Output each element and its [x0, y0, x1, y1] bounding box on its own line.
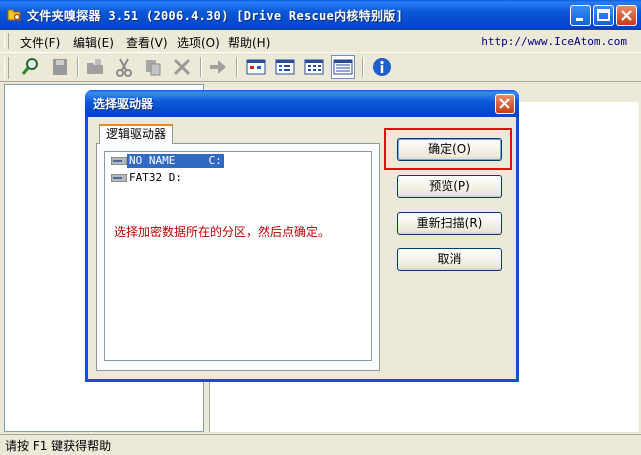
maximize-icon — [597, 9, 610, 21]
select-drive-dialog: 选择驱动器 逻辑驱动器 NO NAME C: FAT32 D: 选择加密数据所在… — [85, 90, 519, 382]
about-button[interactable] — [370, 55, 394, 79]
cut-icon — [116, 58, 132, 77]
details-view-button[interactable] — [331, 55, 355, 79]
save-icon — [53, 59, 67, 75]
menu-help[interactable]: 帮助(H) — [228, 34, 270, 51]
info-icon — [373, 58, 391, 76]
drive-icon — [111, 174, 127, 182]
dialog-close-button[interactable] — [495, 94, 515, 114]
close-icon — [499, 98, 510, 109]
drive-list[interactable]: NO NAME C: FAT32 D: 选择加密数据所在的分区，然后点确定。 — [104, 151, 372, 361]
instruction-text: 选择加密数据所在的分区，然后点确定。 — [114, 225, 331, 239]
dialog-title-bar: 选择驱动器 — [85, 90, 519, 117]
save-button[interactable] — [48, 55, 72, 79]
menu-grip — [4, 33, 9, 49]
cut-button[interactable] — [112, 55, 136, 79]
large-icons-view-button[interactable] — [244, 55, 268, 79]
move-button[interactable] — [206, 55, 230, 79]
status-text: 请按 F1 键获得帮助 — [5, 439, 112, 453]
close-icon — [621, 10, 632, 21]
app-icon — [6, 7, 22, 23]
toolbar-separator — [236, 57, 238, 77]
delete-icon — [173, 58, 191, 76]
list-view-button[interactable] — [302, 55, 326, 79]
toolbar-separator — [200, 57, 202, 77]
find-icon — [21, 58, 38, 75]
toolbar-separator — [77, 57, 79, 77]
find-button[interactable] — [19, 55, 43, 79]
tab-panel: NO NAME C: FAT32 D: 选择加密数据所在的分区，然后点确定。 — [96, 143, 380, 371]
title-bar: 文件夹嗅探器 3.51 (2006.4.30) [Drive Rescue内核特… — [0, 0, 641, 30]
website-link[interactable]: http://www.IceAtom.com — [481, 35, 627, 48]
minimize-icon — [576, 18, 583, 21]
window-title: 文件夹嗅探器 3.51 (2006.4.30) [Drive Rescue内核特… — [27, 9, 404, 23]
toolbar-separator — [362, 57, 364, 77]
tab-logical-drives[interactable]: 逻辑驱动器 — [99, 124, 173, 144]
drive-label: NO NAME C: — [127, 154, 224, 168]
large-icons-view-icon — [246, 59, 266, 75]
menu-edit[interactable]: 编辑(E) — [73, 34, 114, 51]
ok-button[interactable]: 确定(O) — [397, 138, 502, 161]
menu-file[interactable]: 文件(F) — [20, 34, 60, 51]
dialog-title: 选择驱动器 — [93, 97, 154, 111]
rescan-button[interactable]: 重新扫描(R) — [397, 212, 502, 235]
drive-icon — [111, 157, 127, 165]
delete-button[interactable] — [170, 55, 194, 79]
dialog-body: 逻辑驱动器 NO NAME C: FAT32 D: 选择加密数据所在的分区，然后… — [88, 117, 516, 379]
paste-folder-button[interactable] — [83, 55, 107, 79]
close-button[interactable] — [616, 5, 637, 26]
list-view-icon — [304, 59, 324, 75]
drive-label: FAT32 D: — [129, 171, 182, 184]
move-icon — [210, 60, 226, 74]
minimize-button[interactable] — [570, 5, 591, 26]
small-icons-view-button[interactable] — [273, 55, 297, 79]
toolbar-grip — [4, 57, 9, 79]
menu-view[interactable]: 查看(V) — [126, 34, 168, 51]
copy-button[interactable] — [141, 55, 165, 79]
paste-folder-icon — [87, 59, 103, 74]
small-icons-view-icon — [275, 59, 295, 75]
details-view-icon — [333, 59, 353, 75]
cancel-button[interactable]: 取消 — [397, 248, 502, 271]
maximize-button[interactable] — [593, 5, 614, 26]
menu-options[interactable]: 选项(O) — [177, 34, 220, 51]
preview-button[interactable]: 预览(P) — [397, 175, 502, 198]
copy-icon — [146, 60, 161, 76]
